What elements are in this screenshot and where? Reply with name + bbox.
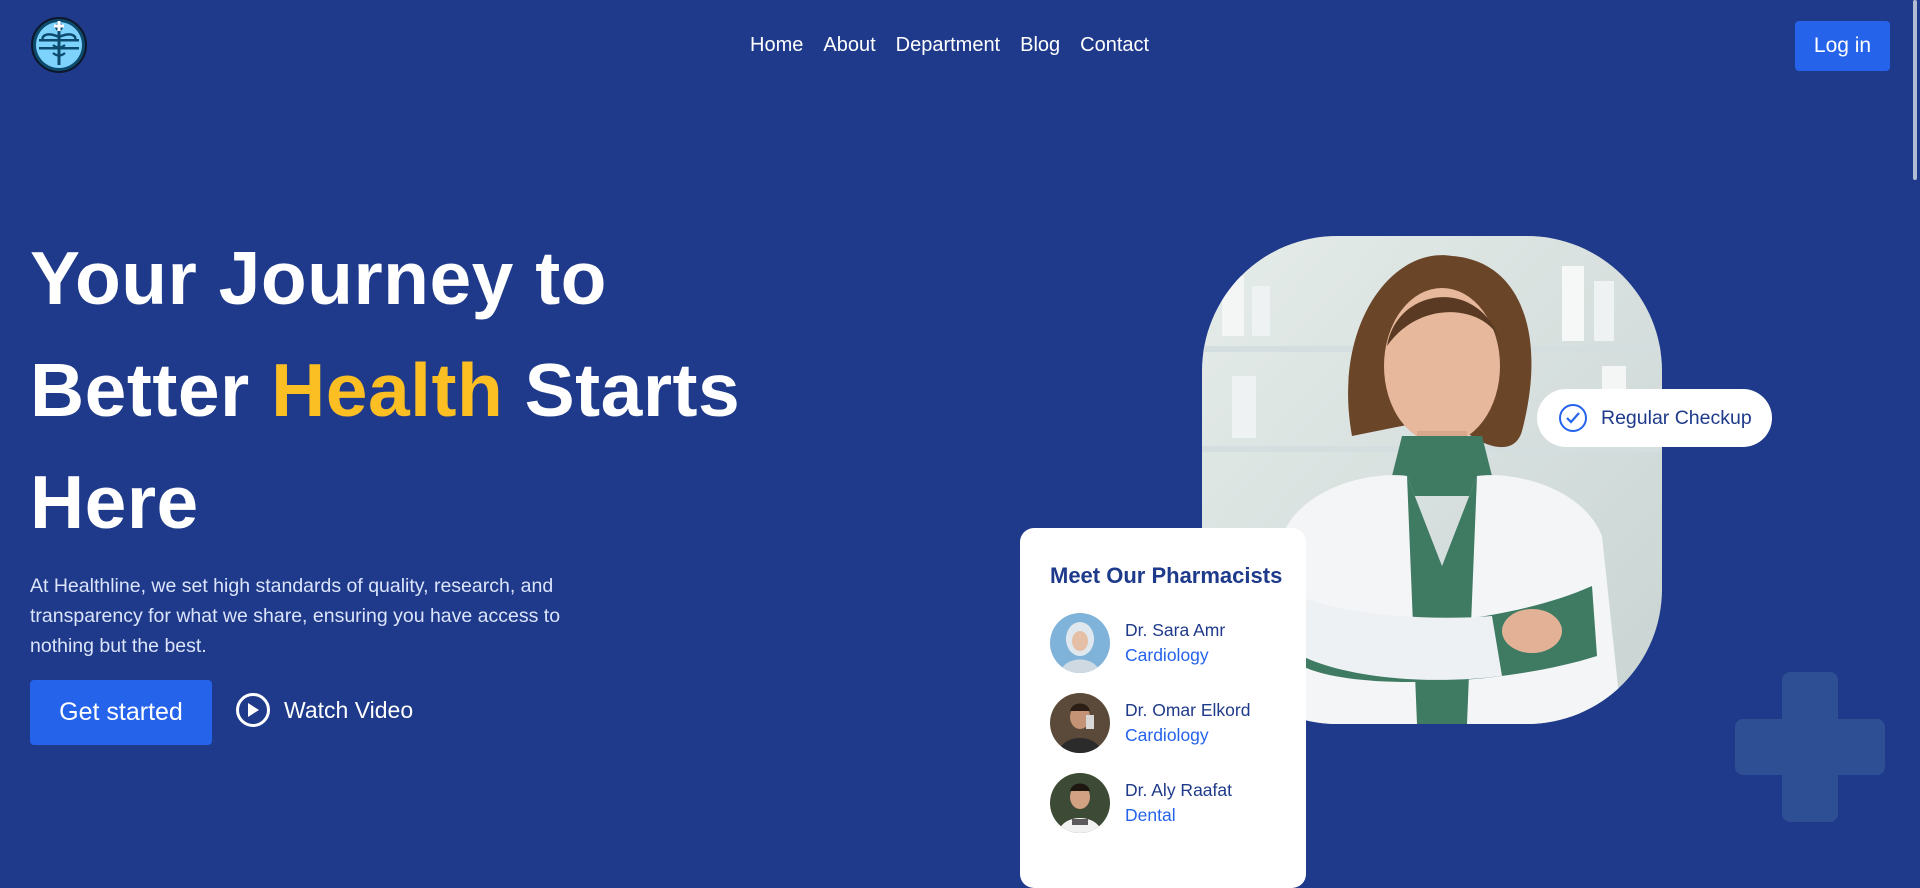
pharmacist-name: Dr. Sara Amr (1125, 620, 1226, 640)
pharmacists-title: Meet Our Pharmacists (1050, 563, 1283, 588)
nav-blog[interactable]: Blog (1020, 34, 1060, 57)
avatar (1050, 613, 1110, 673)
nav-home[interactable]: Home (750, 34, 803, 57)
avatar (1050, 773, 1110, 833)
watch-video-label: Watch Video (284, 696, 414, 723)
pharmacist-item[interactable]: Dr. Omar Elkord Cardiology (1050, 693, 1250, 753)
pharmacists-card: Meet Our Pharmacists Dr. Sara Amr Cardio… (1020, 528, 1306, 888)
regular-checkup-badge: Regular Checkup (1537, 389, 1772, 447)
pharmacist-item[interactable]: Dr. Aly Raafat Dental (1050, 773, 1232, 833)
page-scrollbar[interactable] (1904, 0, 1920, 877)
nav-about[interactable]: About (823, 34, 875, 57)
pharmacist-item[interactable]: Dr. Sara Amr Cardiology (1050, 613, 1225, 673)
check-circle-icon (1559, 404, 1587, 432)
logo[interactable] (31, 17, 87, 73)
hero-title-line3: Here (30, 460, 199, 544)
pharmacist-specialty: Cardiology (1125, 645, 1209, 665)
hero-description: At Healthline, we set high standards of … (30, 575, 561, 657)
hero-title-better: Better (30, 348, 250, 432)
caduceus-logo-icon (31, 17, 87, 73)
hero-title: Your Journey to Better Health Starts Her… (30, 222, 790, 558)
hero-title-starts: Starts (524, 348, 741, 432)
pharmacist-specialty: Cardiology (1125, 725, 1209, 745)
plus-cross-icon (1735, 672, 1885, 822)
get-started-button[interactable]: Get started (30, 680, 212, 745)
hero-title-highlight: Health (271, 348, 504, 432)
login-button[interactable]: Log in (1795, 21, 1890, 71)
pharmacist-specialty: Dental (1125, 805, 1176, 825)
nav-department[interactable]: Department (896, 34, 1001, 57)
scrollbar-thumb[interactable] (1913, 0, 1917, 180)
pharmacist-name: Dr. Aly Raafat (1125, 780, 1232, 800)
avatar (1050, 693, 1110, 753)
hero-title-line1: Your Journey to (30, 236, 607, 320)
nav-contact[interactable]: Contact (1080, 34, 1149, 57)
play-icon (236, 693, 270, 727)
pharmacist-name: Dr. Omar Elkord (1125, 700, 1251, 720)
watch-video-button[interactable]: Watch Video (236, 693, 413, 727)
regular-checkup-label: Regular Checkup (1601, 406, 1752, 429)
main-nav: Home About Department Blog Contact (750, 34, 1149, 57)
